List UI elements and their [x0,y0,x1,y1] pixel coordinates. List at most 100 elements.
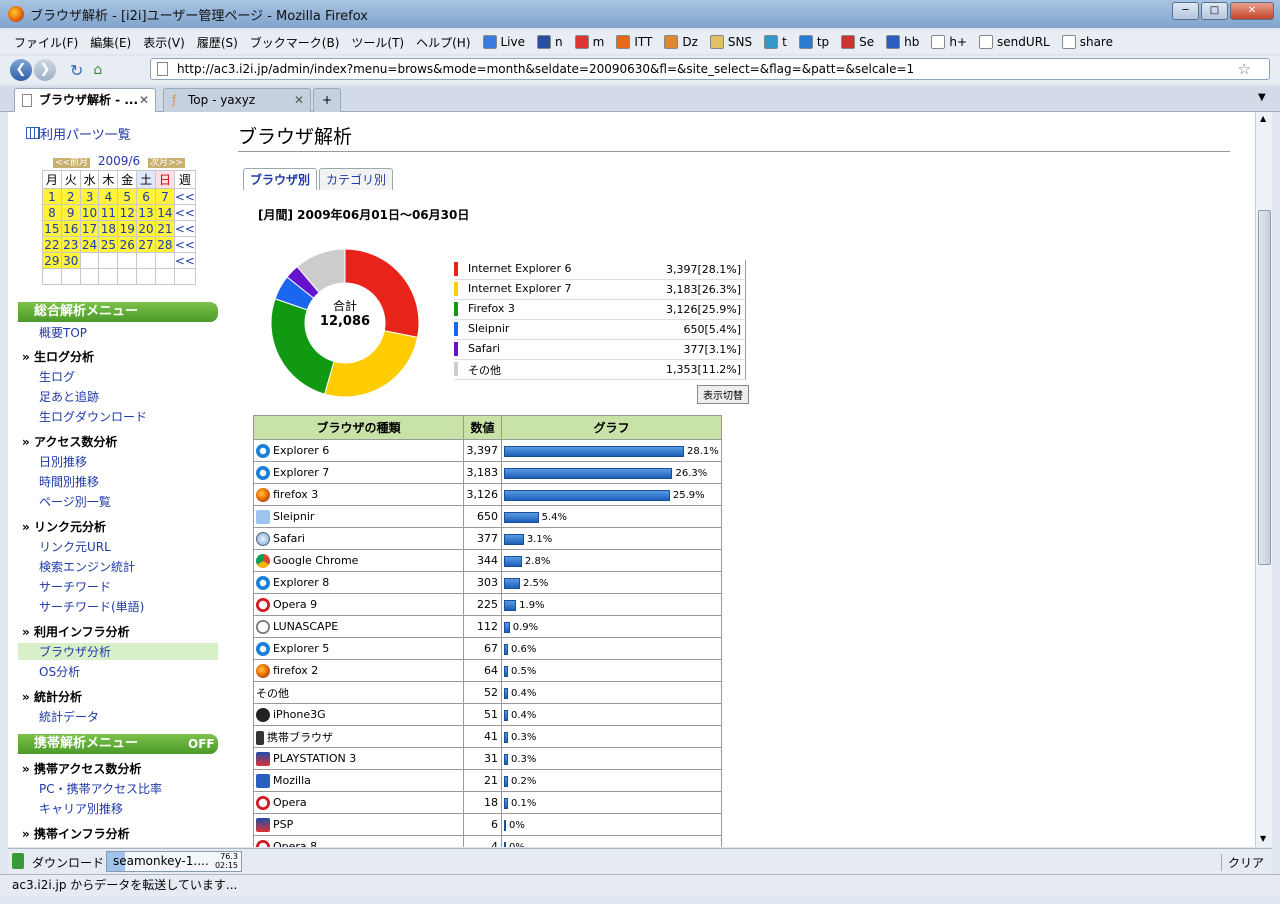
sidebar-link[interactable]: 検索エンジン統計 [39,558,135,575]
calendar-date[interactable]: 26 [117,236,138,253]
reload-icon[interactable]: ↻ [70,61,83,80]
sidebar-link[interactable]: PC・携帯アクセス比率 [39,780,162,797]
tab-browser-analysis[interactable]: ブラウザ解析 - ... ✕ [14,88,156,112]
bookmark-item[interactable]: ITT [616,35,652,49]
bookmark-item[interactable]: Live [482,35,525,49]
tab-by-browser[interactable]: ブラウザ別 [243,168,318,190]
calendar-week-link[interactable]: << [173,188,197,205]
sidebar-link[interactable]: サーチワード [39,578,111,595]
next-month-link[interactable]: 次月>> [147,158,186,168]
calendar-date[interactable]: 30 [60,252,81,269]
menu-item[interactable]: 履歴(S) [197,34,238,51]
bookmark-item[interactable]: m [574,35,604,49]
calendar-date[interactable]: 1 [42,188,62,205]
scroll-thumb[interactable] [1258,210,1271,565]
calendar-date[interactable]: 9 [60,204,81,221]
menu-item[interactable]: ブックマーク(B) [250,34,340,51]
url-bar[interactable]: http://ac3.i2i.jp/admin/index?menu=brows… [150,58,1270,80]
sidebar-link[interactable]: 統計データ [39,708,99,725]
prev-month-link[interactable]: <<前月 [52,158,91,168]
calendar-date[interactable]: 5 [117,188,138,205]
new-tab-button[interactable]: + [313,88,341,112]
clear-button[interactable]: クリア [1220,854,1264,871]
sidebar-link[interactable]: OS分析 [39,663,80,680]
calendar-date[interactable]: 10 [79,204,100,221]
calendar-date[interactable]: 19 [117,220,138,237]
sidebar-link[interactable]: サーチワード(単語) [39,598,144,615]
calendar-week-link[interactable]: << [173,220,197,237]
maximize-button[interactable]: □ [1201,2,1228,20]
bookmark-item[interactable]: sendURL [979,35,1050,49]
bookmark-item[interactable]: Se [841,35,874,49]
tab-list-icon[interactable]: ▼ [1258,92,1266,103]
sidebar-link[interactable]: ブラウザ分析 [18,643,218,660]
download-label[interactable]: ダウンロード [32,854,104,871]
sidebar-link[interactable]: 時間別推移 [39,473,99,490]
calendar-date[interactable]: 7 [154,188,175,205]
calendar-date[interactable]: 23 [60,236,81,253]
menu-item[interactable]: ヘルプ(H) [416,34,470,51]
calendar-week-link[interactable]: << [173,236,197,253]
calendar-date[interactable]: 12 [117,204,138,221]
bookmark-item[interactable]: SNS [709,35,752,49]
calendar-date[interactable]: 28 [154,236,175,253]
bookmark-item[interactable]: hb [886,35,919,49]
menu-item[interactable]: 表示(V) [143,34,185,51]
calendar-week-link[interactable]: << [173,204,197,221]
tab-by-category[interactable]: カテゴリ別 [319,168,394,190]
menu-item[interactable]: ファイル(F) [14,34,78,51]
sidebar-link[interactable]: ページ別一覧 [39,493,111,510]
calendar-date[interactable]: 14 [154,204,175,221]
toggle-display-button[interactable]: 表示切替 [697,385,749,404]
sidebar-link[interactable]: リンク元URL [39,538,111,555]
scroll-down-icon[interactable]: ▼ [1260,834,1266,843]
forward-button[interactable]: ❯ [34,59,56,81]
calendar-date[interactable]: 24 [79,236,100,253]
sidebar-link[interactable]: 足あと追跡 [39,388,99,405]
bookmark-star-icon[interactable]: ☆ [1238,59,1251,79]
close-tab-icon[interactable]: ✕ [139,89,149,111]
calendar-date[interactable]: 11 [98,204,119,221]
bookmark-item[interactable]: share [1061,35,1113,49]
summary-top-link[interactable]: 概要TOP [39,324,87,341]
sidebar-link[interactable]: 生ログ [39,368,75,385]
calendar-date[interactable]: 4 [98,188,119,205]
sidebar-link[interactable]: キャリア別推移 [39,800,123,817]
calendar-date[interactable]: 21 [154,220,175,237]
minimize-button[interactable]: ─ [1172,2,1199,20]
bookmark-item[interactable]: Dz [664,35,698,49]
calendar-date[interactable]: 29 [42,252,62,269]
sidebar-link[interactable]: 日別推移 [39,453,87,470]
calendar-date[interactable]: 15 [42,220,62,237]
mobile-menu-toggle[interactable]: OFF [188,734,215,754]
calendar-week-link[interactable]: << [173,252,197,269]
calendar-date[interactable]: 8 [42,204,62,221]
calendar-date[interactable]: 18 [98,220,119,237]
download-item[interactable]: seamonkey-1.... 76.3 02:15 [106,851,242,872]
calendar-date[interactable]: 13 [136,204,156,221]
calendar-date[interactable]: 17 [79,220,100,237]
close-button[interactable]: ✕ [1230,2,1274,20]
calendar-date[interactable]: 16 [60,220,81,237]
menu-item[interactable]: 編集(E) [90,34,131,51]
bookmark-item[interactable]: h+ [931,35,967,49]
calendar-date[interactable]: 3 [79,188,100,205]
calendar-date[interactable]: 2 [60,188,81,205]
home-icon[interactable]: ⌂ [93,62,102,78]
sidebar-link[interactable]: 生ログダウンロード [39,408,147,425]
scroll-up-icon[interactable]: ▲ [1260,114,1266,123]
calendar-date[interactable]: 22 [42,236,62,253]
calendar-date[interactable]: 25 [98,236,119,253]
bookmark-item[interactable]: n [537,35,563,49]
calendar-date[interactable]: 27 [136,236,156,253]
tab-top-yaxyz[interactable]: ƒ Top - yaxyz ✕ [163,88,311,112]
menu-item[interactable]: ツール(T) [351,34,404,51]
parts-list-link[interactable]: 利用パーツ一覧 [26,124,131,143]
calendar-date[interactable]: 6 [136,188,156,205]
back-button[interactable]: ❮ [10,59,32,81]
close-tab-icon[interactable]: ✕ [294,89,304,111]
vertical-scrollbar[interactable]: ▲ ▼ [1255,112,1272,847]
bookmark-item[interactable]: t [764,35,787,49]
calendar-date[interactable]: 20 [136,220,156,237]
bookmark-item[interactable]: tp [798,35,829,49]
